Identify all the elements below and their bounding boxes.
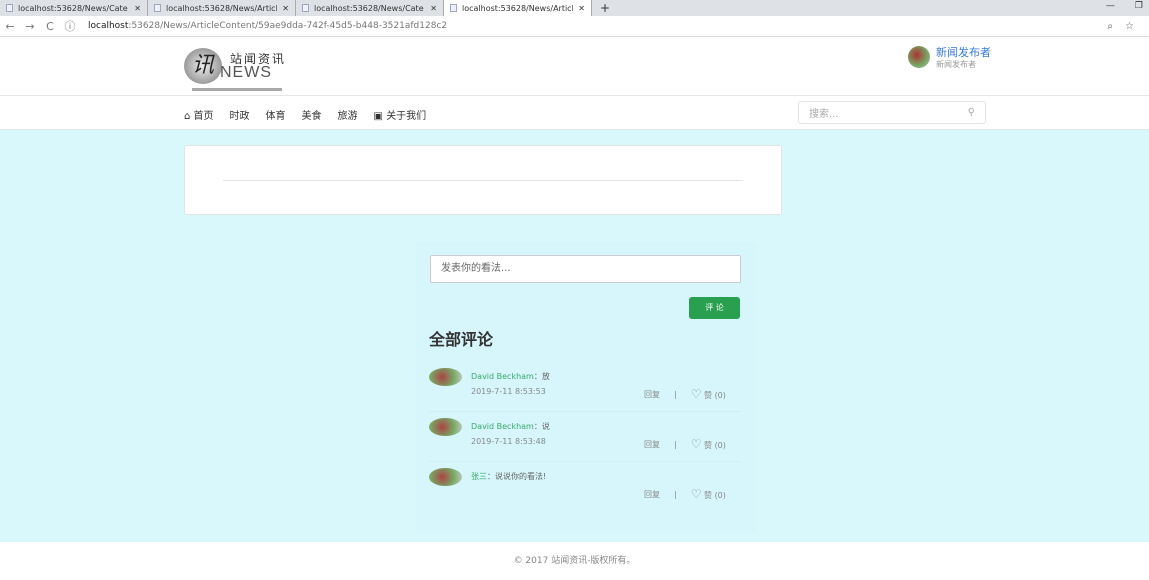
browser-tab[interactable]: localhost:53628/News/Cate ✕ [0,0,148,16]
info-icon[interactable]: ⓘ [60,18,80,34]
search-icon[interactable]: ⚲ [968,107,975,118]
search-input[interactable]: 搜索... ⚲ [798,101,986,124]
main-nav: ⌂ 首页 时政 体育 美食 旅游 ▣ 关于我们 搜索... ⚲ [0,97,1149,130]
back-icon[interactable]: ← [0,20,20,33]
footer: © 2017 站闻资讯-版权所有。 [513,556,636,566]
site-header: 讯 站闻资讯 NEWS 新闻发布者 新闻发布者 [0,38,1149,96]
zoom-icon[interactable]: ⌕ [1107,21,1113,32]
close-icon[interactable]: ✕ [430,4,437,13]
minimize-button[interactable]: — [1106,1,1115,11]
browser-tab[interactable]: localhost:53628/News/ArticleC ✕ [148,0,296,16]
home-icon: ⌂ [184,111,191,122]
reply-button[interactable]: 回复 [644,389,660,400]
favicon-icon [154,4,161,12]
comments-section: 发表你的看法... 评 论 全部评论 David Beckham：放 2019-… [416,242,756,532]
heart-icon: ♡ [690,437,702,451]
comment-item: 张三：说说你的看法! 回复 | ♡ 赞 (0) [429,462,741,512]
browser-tab[interactable]: localhost:53628/News/Cate ✕ [296,0,444,16]
like-button[interactable]: ♡ 赞 (0) [691,437,726,451]
favicon-icon [450,4,457,12]
avatar [429,418,462,436]
submit-comment-button[interactable]: 评 论 [689,297,740,319]
nav-home[interactable]: ⌂ 首页 [184,107,214,122]
url-field[interactable]: localhost:53628/News/ArticleContent/59ae… [88,21,447,31]
close-icon[interactable]: ✕ [134,4,141,13]
browser-tabs: localhost:53628/News/Cate ✕ localhost:536… [0,0,1149,16]
comment-item: David Beckham：说 2019-7-11 8:53:48 回复 | ♡ 赞… [429,412,741,462]
comment-input[interactable]: 发表你的看法... [430,255,741,283]
nav-sports[interactable]: 体育 [266,107,286,122]
site-logo[interactable]: 讯 站闻资讯 NEWS [184,46,294,91]
reply-button[interactable]: 回复 [644,489,660,500]
close-icon[interactable]: ✕ [578,4,585,13]
image-icon: ▣ [373,111,383,122]
reply-button[interactable]: 回复 [644,439,660,450]
like-button[interactable]: ♡ 赞 (0) [691,487,726,501]
restore-button[interactable]: ❐ [1135,1,1143,11]
nav-food[interactable]: 美食 [302,107,322,122]
forward-icon[interactable]: → [20,20,40,33]
article-card [184,145,782,215]
like-button[interactable]: ♡ 赞 (0) [691,387,726,401]
user-name[interactable]: 新闻发布者 [936,46,991,59]
nav-travel[interactable]: 旅游 [338,107,358,122]
reload-icon[interactable]: C [40,20,60,33]
nav-about[interactable]: ▣ 关于我们 [374,107,427,122]
close-icon[interactable]: ✕ [282,4,289,13]
heart-icon: ♡ [690,387,702,401]
user-profile[interactable]: 新闻发布者 新闻发布者 [908,46,991,70]
user-role: 新闻发布者 [936,60,976,69]
heart-icon: ♡ [690,487,702,501]
browser-tab-active[interactable]: localhost:53628/News/ArticleC ✕ [444,0,592,16]
address-bar: ← → C ⓘ localhost:53628/News/ArticleCont… [0,16,1149,37]
new-tab-button[interactable]: + [592,0,618,16]
divider [223,180,743,181]
avatar [429,368,462,386]
avatar [908,46,930,68]
favicon-icon [302,4,309,12]
avatar [429,468,462,486]
comments-heading: 全部评论 [429,330,494,349]
nav-politics[interactable]: 时政 [230,107,250,122]
favicon-icon [6,4,13,12]
comment-item: David Beckham：放 2019-7-11 8:53:53 回复 | ♡ 赞… [429,362,741,412]
main-content: 发表你的看法... 评 论 全部评论 David Beckham：放 2019-… [0,130,1149,542]
star-icon[interactable]: ☆ [1125,21,1134,32]
